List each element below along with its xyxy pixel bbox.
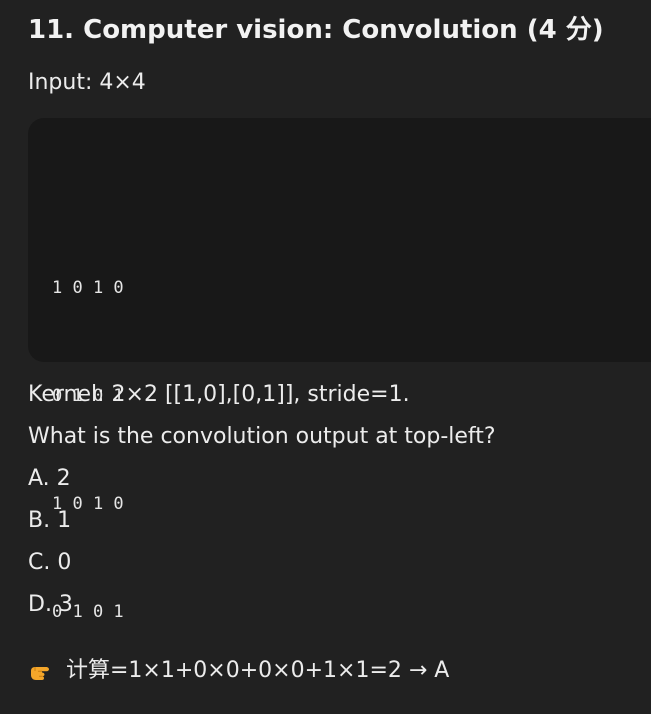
question-prompt: What is the convolution output at top-le… bbox=[28, 424, 496, 449]
option-a: A. 2 bbox=[28, 466, 71, 491]
option-d: D. 3 bbox=[28, 592, 73, 617]
option-c: C. 0 bbox=[28, 550, 72, 575]
answer-line: 计算=1×1+0×0+0×0+1×1=2 → A bbox=[28, 655, 449, 687]
question-title: 11. Computer vision: Convolution (4 分) bbox=[28, 15, 604, 45]
code-block: 1 0 1 0 0 1 0 1 1 0 1 0 0 1 0 1 bbox=[28, 118, 651, 622]
pointing-hand-icon bbox=[28, 657, 56, 685]
answer-text: 计算=1×1+0×0+0×0+1×1=2 → A bbox=[66, 658, 450, 683]
matrix-row: 1 0 1 0 bbox=[52, 278, 124, 298]
input-label: Input: 4×4 bbox=[28, 70, 146, 95]
option-b: B. 1 bbox=[28, 508, 72, 533]
kernel-description: Kernel: 2×2 [[1,0],[0,1]], stride=1. bbox=[28, 382, 410, 407]
